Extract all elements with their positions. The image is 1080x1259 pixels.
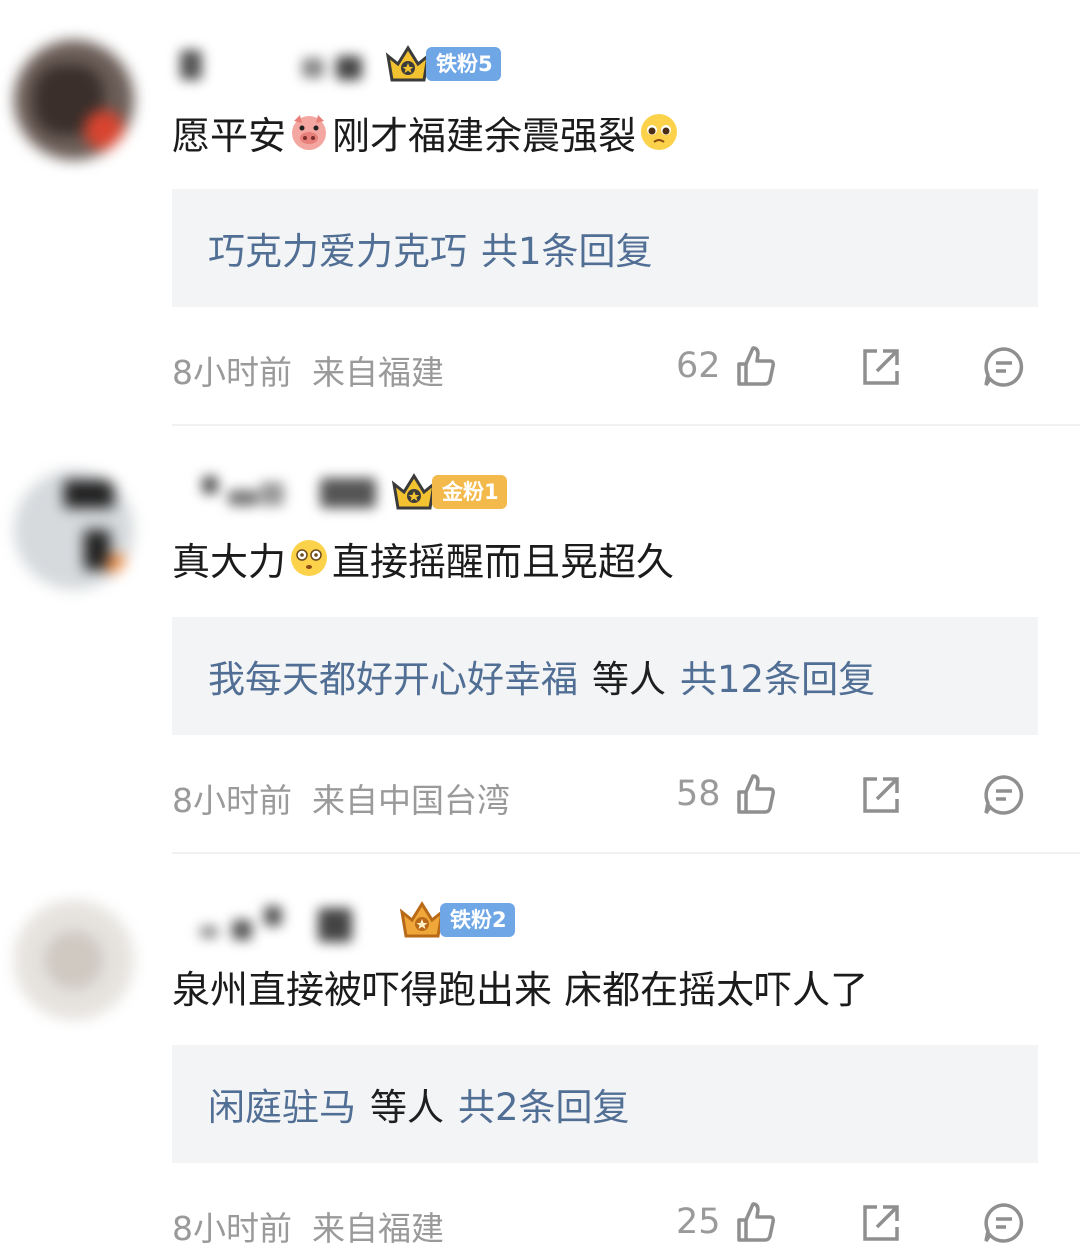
comment-icon[interactable] xyxy=(982,345,1026,389)
badge-label: 金粉1 xyxy=(432,475,507,509)
reply-count-link[interactable]: 共1条回复 xyxy=(481,221,653,275)
comment-meta: 8小时前 来自福建 xyxy=(172,1202,444,1250)
comment-text-part: 刚才福建余震强裂 xyxy=(332,113,637,158)
username-blurred[interactable] xyxy=(172,902,372,942)
share-icon[interactable] xyxy=(859,1201,903,1245)
comment-text: 泉州直接被吓得跑出来 床都在摇太吓人了 xyxy=(172,958,868,1014)
reply-others: 等人 xyxy=(592,658,666,701)
like-button[interactable]: 25 xyxy=(676,1200,777,1244)
timestamp: 8小时前 xyxy=(172,781,292,820)
reply-preview[interactable]: 巧克力爱力克巧 共1条回复 xyxy=(172,189,1038,307)
reply-count-link[interactable]: 共2条回复 xyxy=(458,1077,630,1131)
pleading-face-emoji xyxy=(641,114,678,150)
crown-icon xyxy=(391,473,437,510)
reply-count-link[interactable]: 共12条回复 xyxy=(680,649,875,703)
reply-user[interactable]: 我每天都好开心好幸福 xyxy=(208,649,578,703)
location: 来自中国台湾 xyxy=(312,781,510,820)
comment-text-part: 泉州直接被吓得跑出来 床都在摇太吓人了 xyxy=(172,967,869,1012)
comment-icon[interactable] xyxy=(982,1201,1026,1245)
reply-preview[interactable]: 闲庭驻马 等人 共2条回复 xyxy=(172,1045,1038,1163)
crown-icon xyxy=(385,45,431,82)
comment-meta: 8小时前 来自中国台湾 xyxy=(172,774,510,822)
reply-user[interactable]: 巧克力爱力克巧 xyxy=(208,221,467,275)
divider xyxy=(172,424,1080,426)
thumbs-up-icon xyxy=(736,774,775,814)
like-count: 62 xyxy=(676,346,721,386)
like-button[interactable]: 62 xyxy=(676,344,777,388)
reply-others: 等人 xyxy=(370,1086,444,1129)
thumbs-up-icon xyxy=(736,346,775,386)
like-button[interactable]: 58 xyxy=(676,772,777,816)
username-blurred[interactable] xyxy=(172,44,372,84)
comment-text-part: 愿平安 xyxy=(172,113,287,158)
comment-text: 愿平安 刚才福建余震强裂 xyxy=(172,104,682,160)
reply-preview[interactable]: 我每天都好开心好幸福 等人 共12条回复 xyxy=(172,617,1038,735)
share-icon[interactable] xyxy=(859,345,903,389)
location: 来自福建 xyxy=(312,353,444,392)
badge-label: 铁粉5 xyxy=(426,47,501,81)
fan-badge[interactable]: 铁粉5 xyxy=(384,42,501,86)
share-icon[interactable] xyxy=(859,773,903,817)
timestamp: 8小时前 xyxy=(172,1209,292,1248)
crown-icon xyxy=(399,901,445,938)
like-count: 58 xyxy=(676,774,721,814)
pig-face-emoji xyxy=(292,115,327,150)
like-count: 25 xyxy=(676,1202,721,1242)
fan-badge[interactable]: 铁粉2 xyxy=(398,898,515,942)
timestamp: 8小时前 xyxy=(172,353,292,392)
comment-text-part: 直接摇醒而且晃超久 xyxy=(332,539,675,584)
comment-text: 真大力 直接摇醒而且晃超久 xyxy=(172,530,674,586)
comment-text-part: 真大力 xyxy=(172,539,287,584)
username-blurred[interactable] xyxy=(172,472,382,512)
divider xyxy=(172,852,1080,854)
reply-user[interactable]: 闲庭驻马 xyxy=(208,1077,356,1131)
location: 来自福建 xyxy=(312,1209,444,1248)
avatar[interactable] xyxy=(14,900,134,1020)
avatar[interactable] xyxy=(14,470,134,590)
avatar[interactable] xyxy=(14,40,134,160)
comment-meta: 8小时前 来自福建 xyxy=(172,346,444,394)
dizzy-face-emoji xyxy=(291,540,328,576)
comment-icon[interactable] xyxy=(982,773,1026,817)
fan-badge[interactable]: 金粉1 xyxy=(390,470,507,514)
badge-label: 铁粉2 xyxy=(440,903,515,937)
thumbs-up-icon xyxy=(736,1202,775,1242)
